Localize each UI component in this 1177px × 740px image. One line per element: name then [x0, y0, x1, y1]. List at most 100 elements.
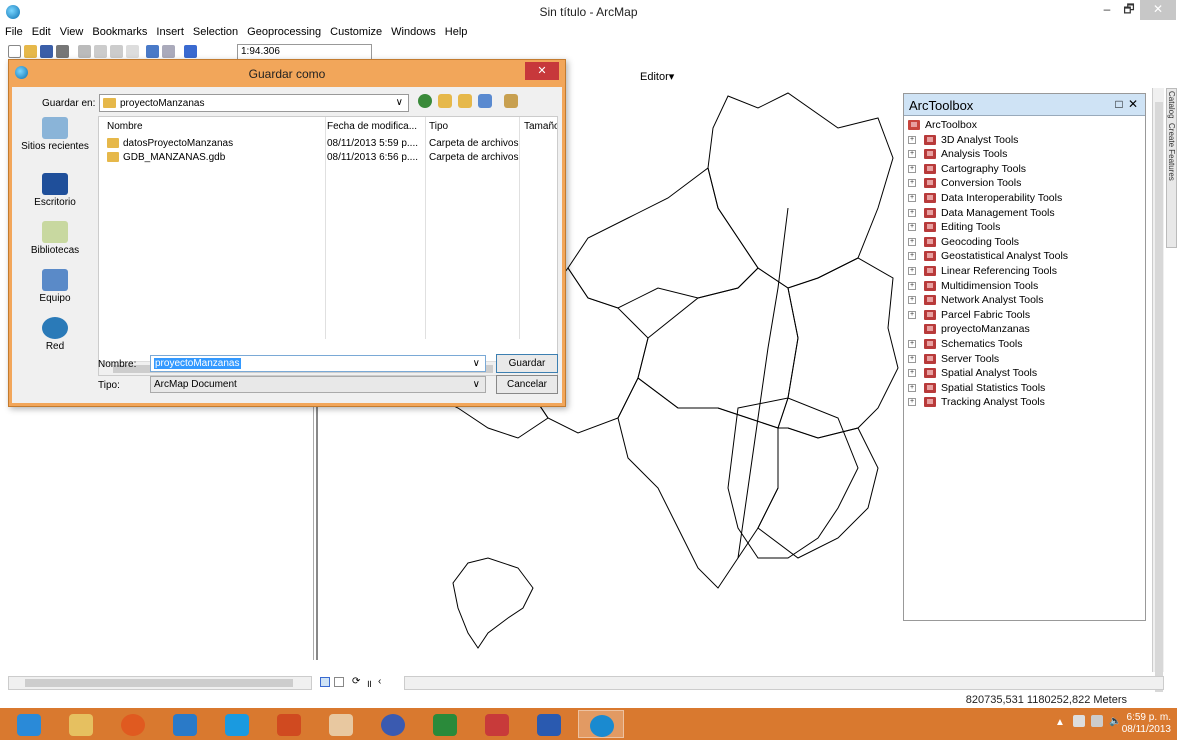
data-view-icon[interactable] [320, 677, 330, 687]
expand-icon[interactable]: + [908, 252, 916, 261]
back-icon[interactable] [418, 94, 432, 108]
expand-icon[interactable]: + [908, 193, 916, 202]
close-toolbox-icon[interactable]: ✕ [1127, 97, 1139, 111]
tree-item[interactable]: + Network Analyst Tools [904, 293, 1145, 308]
toc-horizontal-scrollbar[interactable] [8, 676, 312, 690]
menu-customize[interactable]: Customize [325, 24, 386, 38]
expand-icon[interactable]: + [908, 339, 916, 348]
file-list[interactable]: Nombre Fecha de modifica... Tipo Tamaño … [98, 116, 558, 376]
taskbar-paint[interactable] [318, 710, 364, 738]
home-icon[interactable] [504, 94, 518, 108]
new-folder-icon[interactable] [458, 94, 472, 108]
map-scale-combo[interactable]: 1:94.306 [237, 44, 372, 60]
save-icon[interactable] [40, 45, 53, 58]
tree-item[interactable]: proyectoManzanas [904, 322, 1145, 337]
scroll-thumb[interactable] [1155, 102, 1163, 740]
tree-item[interactable]: + Cartography Tools [904, 162, 1145, 177]
expand-icon[interactable]: + [908, 135, 916, 144]
close-button[interactable]: ✕ [1140, 0, 1176, 20]
column-size[interactable]: Tamaño [524, 121, 557, 132]
catalog-tab[interactable]: Catalog [1167, 89, 1176, 121]
expand-icon[interactable]: + [908, 266, 916, 275]
menu-file[interactable]: File [0, 24, 27, 38]
redo-icon[interactable] [162, 45, 175, 58]
expand-icon[interactable]: + [908, 164, 916, 173]
expand-icon[interactable]: + [908, 369, 916, 378]
save-button[interactable]: Guardar [496, 354, 558, 373]
taskbar-arcmap[interactable] [578, 710, 624, 738]
taskbar-skype[interactable] [214, 710, 260, 738]
file-row[interactable]: datosProyectoManzanas 08/11/2013 5:59 p.… [99, 137, 557, 151]
menu-windows[interactable]: Windows [386, 24, 440, 38]
network-status-icon[interactable] [1091, 715, 1103, 727]
tree-item[interactable]: + Schematics Tools [904, 337, 1145, 352]
expand-icon[interactable]: + [908, 223, 916, 232]
menu-selection[interactable]: Selection [188, 24, 242, 38]
expand-icon[interactable]: + [908, 208, 916, 217]
taskbar-app[interactable] [370, 710, 416, 738]
layout-view-icon[interactable] [334, 677, 344, 687]
tree-item[interactable]: + Parcel Fabric Tools [904, 308, 1145, 323]
place-computer[interactable]: Equipo [15, 269, 95, 304]
expand-icon[interactable]: + [908, 310, 916, 319]
map-horizontal-scrollbar[interactable] [404, 676, 1164, 690]
tree-item[interactable]: + Linear Referencing Tools [904, 264, 1145, 279]
dialog-close-button[interactable]: ✕ [525, 62, 559, 80]
tree-item[interactable]: + Conversion Tools [904, 176, 1145, 191]
paste-icon[interactable] [110, 45, 123, 58]
clock[interactable]: 6:59 p. m. 08/11/2013 [1122, 712, 1171, 736]
taskbar-powerpoint[interactable] [266, 710, 312, 738]
taskbar-word[interactable] [526, 710, 572, 738]
menu-view[interactable]: View [55, 24, 88, 38]
file-name-input[interactable]: proyectoManzanas ∨ [150, 355, 486, 372]
view-menu-icon[interactable] [478, 94, 492, 108]
expand-icon[interactable]: + [908, 179, 916, 188]
add-data-icon[interactable] [184, 45, 197, 58]
file-row[interactable]: GDB_MANZANAS.gdb 08/11/2013 6:56 p.... C… [99, 151, 557, 165]
taskbar-firefox[interactable] [110, 710, 156, 738]
float-window-icon[interactable]: □ [1113, 97, 1125, 111]
column-type[interactable]: Tipo [429, 121, 448, 132]
tree-item[interactable]: + Server Tools [904, 352, 1145, 367]
tree-item[interactable]: + Data Management Tools [904, 206, 1145, 221]
taskbar-internet-explorer[interactable] [6, 710, 52, 738]
place-desktop[interactable]: Escritorio [15, 173, 95, 208]
expand-icon[interactable]: + [908, 150, 916, 159]
menu-geoprocessing[interactable]: Geoprocessing [242, 24, 325, 38]
menu-edit[interactable]: Edit [27, 24, 55, 38]
menu-insert[interactable]: Insert [151, 24, 188, 38]
print-icon[interactable] [56, 45, 69, 58]
volume-icon[interactable]: 🔈 [1109, 716, 1121, 727]
open-icon[interactable] [24, 45, 37, 58]
save-in-combo[interactable]: proyectoManzanas ∨ [99, 94, 409, 112]
tree-item[interactable]: + Spatial Analyst Tools [904, 366, 1145, 381]
scroll-thumb[interactable] [25, 679, 293, 687]
expand-icon[interactable]: + [908, 237, 916, 246]
expand-icon[interactable]: + [908, 383, 916, 392]
menu-help[interactable]: Help [440, 24, 472, 38]
editor-menu[interactable]: Editor▾ [640, 70, 674, 83]
expand-icon[interactable]: + [908, 281, 916, 290]
expand-icon[interactable]: + [908, 354, 916, 363]
place-recent[interactable]: Sitios recientes [15, 117, 95, 152]
tree-item[interactable]: + Geostatistical Analyst Tools [904, 249, 1145, 264]
maximize-button[interactable]: 🗗 [1115, 0, 1143, 20]
scroll-left-icon[interactable]: ‹ [378, 676, 381, 687]
tree-root[interactable]: ArcToolbox [904, 118, 1145, 133]
file-type-select[interactable]: ArcMap Document ∨ [150, 376, 486, 393]
pause-icon[interactable]: ॥ [366, 676, 372, 690]
column-date[interactable]: Fecha de modifica... [327, 121, 417, 132]
tree-item[interactable]: + Multidimension Tools [904, 279, 1145, 294]
show-hidden-icons-icon[interactable]: ▲ [1055, 717, 1065, 728]
tree-item[interactable]: + Tracking Analyst Tools [904, 395, 1145, 410]
tree-item[interactable]: + Spatial Statistics Tools [904, 381, 1145, 396]
cut-icon[interactable] [78, 45, 91, 58]
place-libraries[interactable]: Bibliotecas [15, 221, 95, 256]
cancel-button[interactable]: Cancelar [496, 375, 558, 394]
tree-item[interactable]: +3D Analyst Tools [904, 133, 1145, 148]
tree-item[interactable]: + Data Interoperability Tools [904, 191, 1145, 206]
column-name[interactable]: Nombre [107, 121, 143, 132]
tree-item[interactable]: + Editing Tools [904, 220, 1145, 235]
tree-item[interactable]: + Analysis Tools [904, 147, 1145, 162]
action-center-icon[interactable] [1073, 715, 1085, 727]
